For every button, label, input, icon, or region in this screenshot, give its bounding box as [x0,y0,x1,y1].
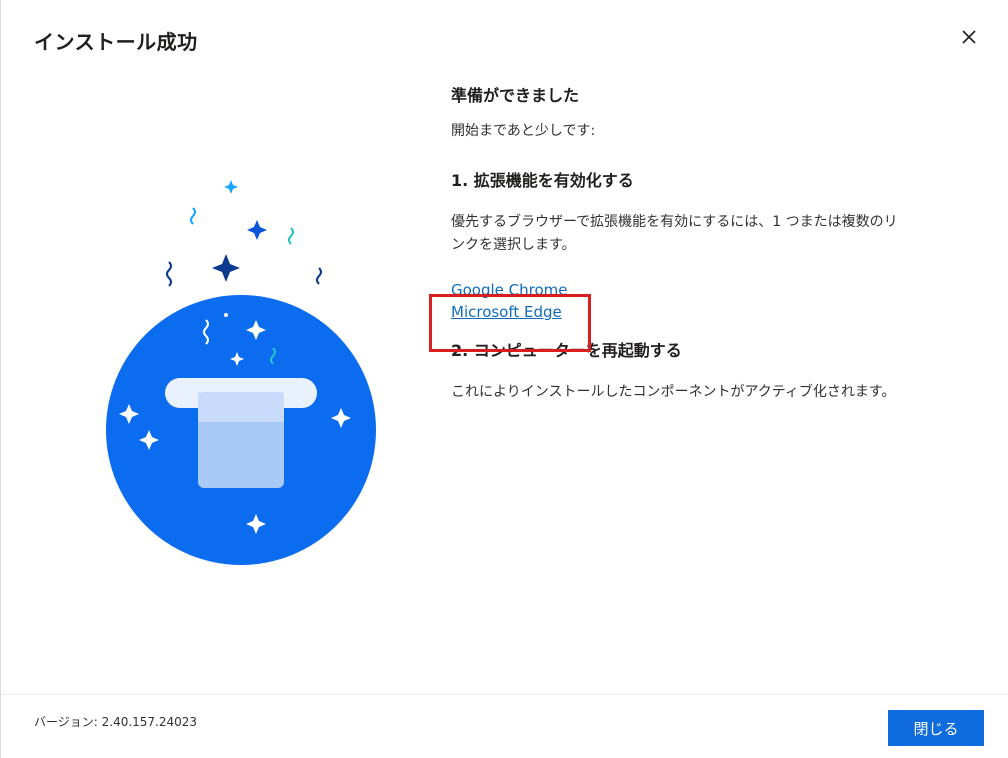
close-button[interactable]: 閉じる [888,710,984,746]
ready-heading: 準備ができました [451,86,580,105]
step2-text: これによりインストールしたコンポーネントがアクティブ化されます。 [451,384,896,400]
instructions-panel: 準備ができました 開始まであと少しです: 1. 拡張機能を有効化する 優先するブ… [451,82,951,404]
footer-divider [1,694,1008,695]
ready-subtext: 開始まであと少しです: [451,123,596,139]
close-icon[interactable] [956,24,982,50]
step1-text-line2: ンクを選択します。 [451,237,576,253]
version-label: バージョン: 2.40.157.24023 [34,715,198,729]
magic-hat-illustration [101,170,381,570]
install-success-dialog: インストール成功 準備ができました 開始まであと少しです: 1. 拡張機能を有効… [0,0,1008,758]
step1-text-line1: 優先するブラウザーで拡張機能を有効にするには、1 つまたは複数のリ [451,214,898,230]
dialog-title: インストール成功 [34,30,198,54]
links-highlight-box [429,294,591,352]
step1-heading: 1. 拡張機能を有効化する [451,171,634,190]
